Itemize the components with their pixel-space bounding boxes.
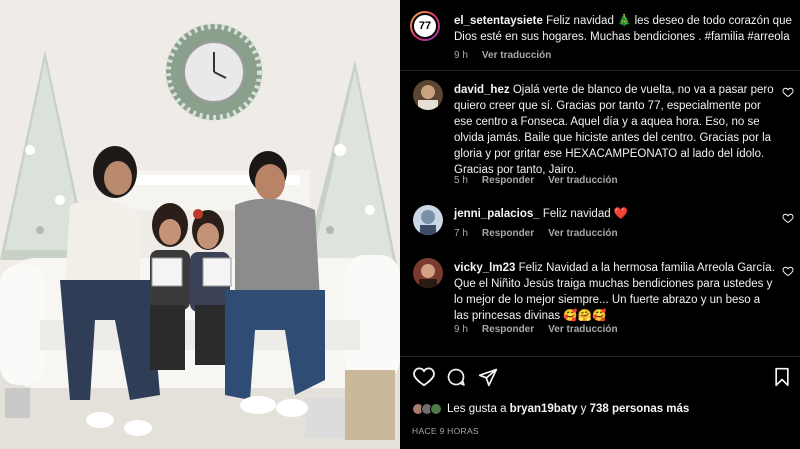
author-avatar[interactable]: 77 (410, 11, 440, 41)
caption-meta: 9 h Ver traducción (454, 50, 551, 61)
likes-connector: y (580, 403, 587, 415)
liker-avatar (430, 403, 442, 415)
comment-like-heart-icon[interactable] (782, 212, 794, 224)
author-avatar-text: 77 (412, 13, 438, 39)
likes-prefix: Les gusta a (447, 403, 507, 415)
comment-avatar-jenni[interactable] (413, 205, 443, 235)
likes-summary: Les gusta a bryan19baty y 738 personas m… (412, 403, 689, 415)
divider (400, 356, 800, 357)
divider (400, 70, 800, 71)
author-username[interactable]: el_setentaysiete (454, 15, 543, 27)
comment-text: Feliz navidad ❤️ (542, 208, 629, 220)
avatar-photo-icon (419, 264, 437, 288)
avatar-photo-icon (420, 210, 436, 235)
send-icon[interactable] (478, 367, 498, 387)
liker-avatars[interactable] (412, 403, 442, 415)
comment-meta: 9 h Responder Ver traducción (454, 324, 618, 335)
comment-like-heart-icon[interactable] (782, 86, 794, 98)
caption-translate-button[interactable]: Ver traducción (482, 50, 551, 61)
comment-username[interactable]: jenni_palacios_ (454, 208, 540, 220)
comment-username[interactable]: vicky_lm23 (454, 262, 515, 274)
comment-meta: 7 h Responder Ver traducción (454, 228, 618, 239)
comment-username[interactable]: david_hez (454, 84, 510, 96)
reply-button[interactable]: Responder (482, 175, 534, 186)
bookmark-icon[interactable] (773, 367, 791, 387)
comment-text: Ojalá verte de blanco de vuelta, no va a… (454, 84, 774, 176)
translate-button[interactable]: Ver traducción (548, 324, 617, 335)
post-time-ago[interactable]: HACE 9 HORAS (412, 426, 479, 436)
comment-time: 5 h (454, 175, 468, 186)
caption-prefix: Feliz navidad (546, 15, 614, 27)
reply-button[interactable]: Responder (482, 228, 534, 239)
comment-body: jenni_palacios_ Feliz navidad ❤️ (454, 206, 774, 222)
avatar-photo-icon (418, 85, 438, 110)
family-christmas-photo (0, 0, 400, 449)
comment-like-heart-icon[interactable] (782, 265, 794, 277)
comment-avatar-david[interactable] (413, 80, 443, 110)
reply-button[interactable]: Responder (482, 324, 534, 335)
comment-avatar-vicky[interactable] (413, 258, 443, 288)
caption: el_setentaysiete Feliz navidad 🎄 les des… (454, 13, 794, 45)
post-photo[interactable] (0, 0, 400, 449)
caption-time: 9 h (454, 50, 468, 61)
comment-body: david_hez Ojalá verte de blanco de vuelt… (454, 82, 774, 178)
comment-time: 7 h (454, 228, 468, 239)
likes-others[interactable]: 738 personas más (590, 403, 690, 415)
heart-icon[interactable] (413, 367, 435, 387)
comment-body: vicky_lm23 Feliz Navidad a la hermosa fa… (454, 260, 776, 324)
translate-button[interactable]: Ver traducción (548, 228, 617, 239)
comment-meta: 5 h Responder Ver traducción (454, 175, 618, 186)
likes-user[interactable]: bryan19baty (510, 403, 578, 415)
comment-time: 9 h (454, 324, 468, 335)
translate-button[interactable]: Ver traducción (548, 175, 617, 186)
caption-emoji: 🎄 (617, 15, 632, 27)
comment-icon[interactable] (446, 367, 466, 387)
